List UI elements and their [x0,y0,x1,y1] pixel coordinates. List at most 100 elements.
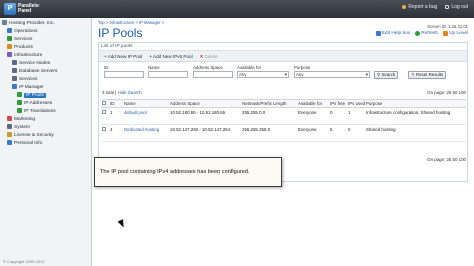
sidebar-item-icon [17,100,22,105]
name-filter-input[interactable] [148,71,188,78]
total-count: 3 total [102,90,114,95]
sidebar-item[interactable]: Marketing [0,116,91,124]
sidebar-item-label: IP Manager [19,85,44,90]
refresh-link[interactable]: Refresh [415,31,438,36]
sidebar-item[interactable]: System [0,124,91,132]
column-header[interactable]: Purpose [366,99,466,108]
sidebar-item-label: IP Addresses [24,101,53,106]
purpose-filter-label: Purpose [294,65,311,70]
reset-results-button[interactable]: ✕ Reset Results [408,71,447,79]
select-all-checkbox[interactable] [102,101,106,105]
logout-link[interactable]: Log out [445,4,468,10]
sidebar-item[interactable]: IP Pools [0,92,91,100]
sidebar-item-label: IP Translations [24,109,56,114]
cell-netmask: 255.255.255.0 [242,124,298,142]
sidebar-item[interactable]: Database Servers [0,68,91,76]
sidebar-item-icon [12,76,17,81]
column-header[interactable]: Address Space [170,99,242,108]
table-row[interactable]: 1 default pool 10.52.180.65 - 10.52.180.… [102,107,466,125]
cell-address-space: 10.52.180.65 - 10.52.180.65 [170,107,242,125]
sidebar-item-icon [7,116,12,121]
hide-search-link[interactable]: Hide Search [118,90,142,95]
breadcrumb[interactable]: Top > Infrastructure > IP Manager > [98,20,164,25]
sidebar: Hosting Provider, Inc. Operations Services… [0,18,92,266]
row-checkbox[interactable] [102,127,106,131]
column-header[interactable]: ID [110,99,124,108]
search-filters: ID Name Address Space Available for Any … [102,64,466,84]
list-bar: 3 total | Hide Search On page: 25 50 100 [102,90,466,95]
help-icon [375,31,381,36]
available-for-select[interactable]: Any ▾ [237,71,289,78]
ip-pools-table: ID Name Address Space Netmask/Prefix Len… [102,99,466,142]
up-level-link[interactable]: Up Level [443,31,468,36]
add-ip-pool-button[interactable]: + Add New IP Pool [102,53,144,60]
sidebar-item-icon [7,140,12,145]
sidebar-item-label: Personal Info [14,141,43,146]
sidebar-item-icon [12,60,17,65]
report-bug-link[interactable]: Report a bug [402,4,437,10]
column-header[interactable]: Available for [298,99,330,108]
search-icon: ⚲ [377,72,381,77]
add-ipv6-pool-button[interactable]: + Add New IPv6 Pool [147,53,194,60]
sidebar-item[interactable]: Services [0,76,91,84]
cell-ips-free: 5 [330,124,348,142]
sidebar-item[interactable]: Personal Info [0,140,91,148]
cell-name-link[interactable]: Dedicated hosting [124,124,170,142]
sidebar-item[interactable]: License & Security [0,132,91,140]
main-content: Top > Infrastructure > IP Manager > Scre… [93,18,474,266]
column-header[interactable]: IPs used [348,99,366,108]
cell-available-for: Everyone [298,107,330,125]
sidebar-item-icon [7,132,12,137]
purpose-select[interactable]: Any ▾ [294,71,370,78]
sidebar-item-icon [17,108,22,113]
sidebar-item[interactable]: Infrastructure [0,52,91,60]
table-header-row: ID Name Address Space Netmask/Prefix Len… [102,99,466,108]
sidebar-item[interactable]: Service Nodes [0,60,91,68]
cell-purpose: Shared hosting [366,124,466,142]
sidebar-item-label: IP Pools [24,93,46,98]
page-size-selector[interactable]: On page: 25 50 100 [427,90,466,95]
select-all-header[interactable] [102,99,110,108]
sidebar-item-label: License & Security [14,133,54,138]
address-space-filter-input[interactable] [193,71,233,78]
sidebar-item[interactable]: Operations [0,28,91,36]
sidebar-item-icon [7,36,12,41]
row-checkbox[interactable] [102,110,106,114]
callout-text: The IP pool containing IPv4 addresses ha… [100,169,250,175]
sidebar-item[interactable]: IP Translations [0,108,91,116]
sidebar-item-icon [12,84,17,89]
screen-id: Screen ID: 1.15.31.01 [427,24,468,29]
search-button[interactable]: ⚲ Search [374,71,399,79]
sidebar-item[interactable]: Services [0,36,91,44]
sidebar-item[interactable]: IP Addresses [0,100,91,108]
sidebar-item-label: Marketing [14,117,36,122]
sidebar-item[interactable]: IP Manager [0,84,91,92]
sidebar-item-label: Services [19,77,38,82]
sidebar-item[interactable]: Products [0,44,91,52]
sidebar-item-label: Database Servers [19,69,58,74]
cell-netmask: 255.255.0.0 [242,107,298,125]
sidebar-item-icon [7,124,12,129]
parallels-logo: P Parallels· Panel [4,3,40,15]
logout-icon [445,5,450,9]
available-for-filter-label: Available for [237,65,262,70]
column-header[interactable]: IPs free [330,99,348,108]
page-size-selector-bottom[interactable]: On page: 25 50 100 [427,157,466,162]
sidebar-item-label: System [14,125,30,130]
top-bar: P Parallels· Panel Report a bug Log out [0,0,474,18]
column-header[interactable]: Netmask/Prefix Length [242,99,298,108]
sidebar-item[interactable]: Hosting Provider, Inc. [0,20,91,28]
edit-help-box-link[interactable]: Edit Help box [375,31,410,36]
id-filter-input[interactable] [104,71,144,78]
sidebar-item-icon [17,92,22,97]
page-title: IP Pools [98,26,143,40]
sidebar-item-label: Infrastructure [14,53,43,58]
table-row[interactable]: 4 Dedicated hosting 10.52.147.250 - 10.5… [102,124,466,142]
sidebar-item-icon [7,28,12,33]
chevron-down-icon: ▾ [284,72,287,77]
cell-name-link[interactable]: default pool [124,107,170,125]
name-filter-label: Name [148,65,160,70]
sidebar-item-label: Services [14,37,33,42]
delete-button[interactable]: ✕ Delete [198,53,220,60]
column-header[interactable]: Name [124,99,170,108]
